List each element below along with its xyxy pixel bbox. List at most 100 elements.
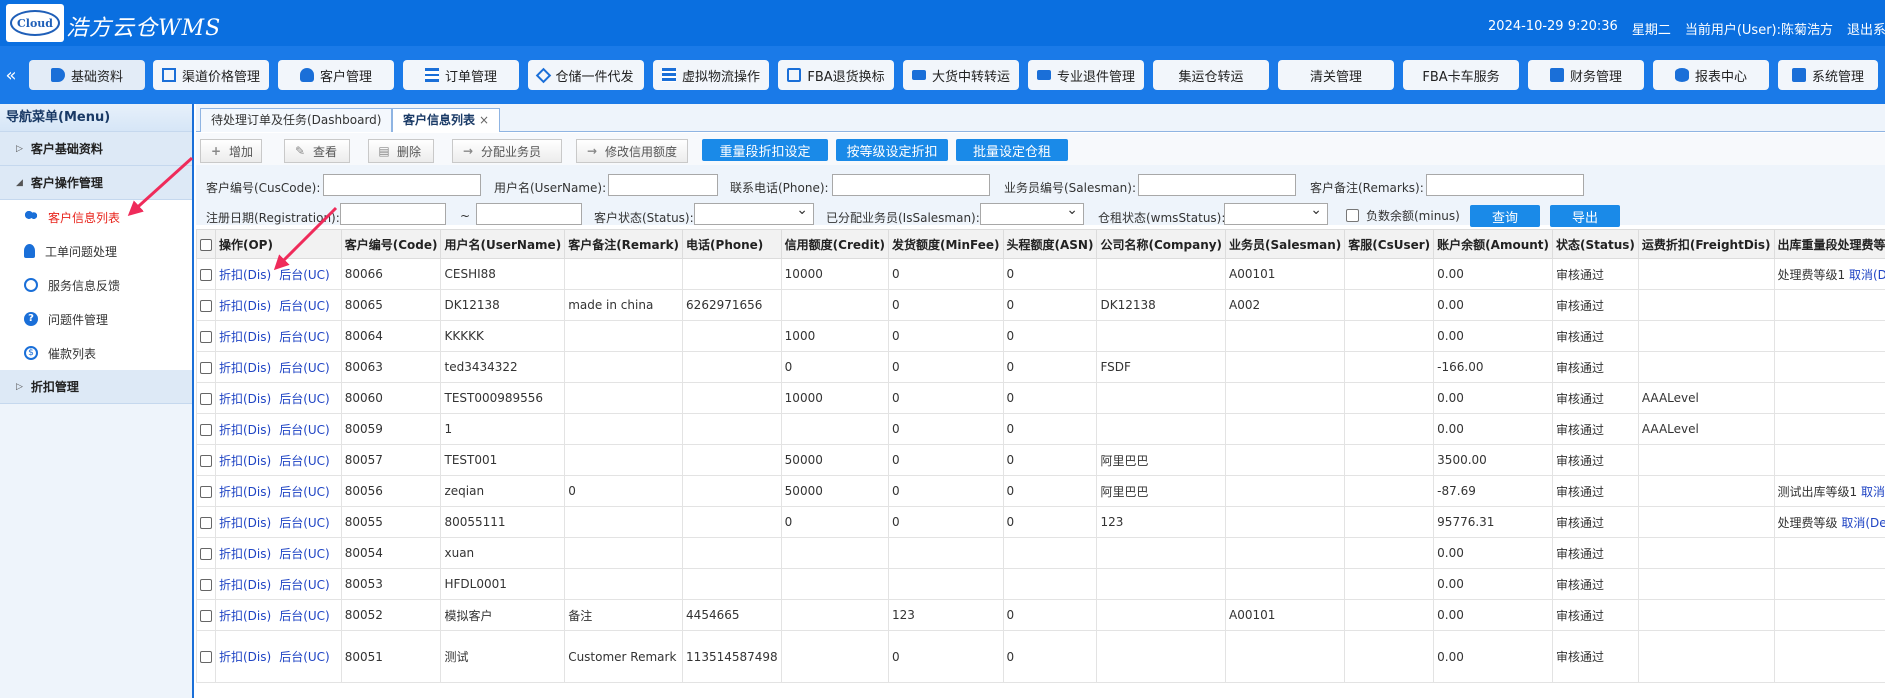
nav-warehouse[interactable]: 仓储一件代发 xyxy=(528,60,644,90)
select-all-checkbox[interactable] xyxy=(200,238,212,251)
sidebar-item-dunning[interactable]: $ 催款列表 xyxy=(0,336,192,370)
add-button[interactable]: + 增加 xyxy=(200,139,262,163)
registration-start-input[interactable] xyxy=(340,203,446,225)
row-checkbox[interactable] xyxy=(200,361,212,374)
table-row[interactable]: 折扣(Dis) 后台(UC) 80063 ted3434322 0 0 0 FSDF -166.… xyxy=(196,351,1885,383)
export-button[interactable]: 导出 xyxy=(1550,205,1620,227)
sidebar-group-discount[interactable]: ▷ 折扣管理 xyxy=(0,370,192,404)
backend-link[interactable]: 后台(UC) xyxy=(279,516,330,530)
sidebar-item-problem[interactable]: ? 问题件管理 xyxy=(0,302,192,336)
backend-link[interactable]: 后台(UC) xyxy=(279,454,330,468)
row-checkbox[interactable] xyxy=(200,547,212,560)
nav-customs[interactable]: 清关管理 xyxy=(1278,60,1394,90)
nav-bulk-transfer[interactable]: 大货中转转运 xyxy=(903,60,1019,90)
row-checkbox[interactable] xyxy=(200,392,212,405)
row-checkbox[interactable] xyxy=(200,578,212,591)
backend-link[interactable]: 后台(UC) xyxy=(279,650,330,664)
nav-virtual-logistics[interactable]: 虚拟物流操作 xyxy=(653,60,769,90)
table-row[interactable]: 折扣(Dis) 后台(UC) 80054 xuan 0.00 审核通过 xyxy=(196,537,1885,569)
is-salesman-select[interactable] xyxy=(980,202,1084,225)
row-checkbox[interactable] xyxy=(200,268,212,281)
table-row[interactable]: 折扣(Dis) 后台(UC) 80053 HFDL0001 0.00 审核通过 xyxy=(196,568,1885,600)
table-row[interactable]: 折扣(Dis) 后台(UC) 80066 CESHI88 10000 0 0 A00101 0.… xyxy=(196,258,1885,290)
discount-link[interactable]: 折扣(Dis) xyxy=(219,578,271,592)
header-asn[interactable]: 头程额度(ASN) xyxy=(1002,229,1098,259)
discount-link[interactable]: 折扣(Dis) xyxy=(219,485,271,499)
table-row[interactable]: 折扣(Dis) 后台(UC) 80057 TEST001 50000 0 0 阿里巴巴 3500… xyxy=(196,444,1885,476)
cancel-link[interactable]: 取消(Del) xyxy=(1861,485,1885,499)
cancel-link[interactable]: 取消(Del) xyxy=(1841,516,1885,530)
table-row[interactable]: 折扣(Dis) 后台(UC) 80056 zeqian 0 50000 0 0 阿里巴巴 -87.… xyxy=(196,475,1885,507)
row-checkbox[interactable] xyxy=(200,609,212,622)
nav-reports[interactable]: 报表中心 xyxy=(1653,60,1769,90)
view-button[interactable]: ✎ 查看 xyxy=(284,139,350,163)
backend-link[interactable]: 后台(UC) xyxy=(279,268,330,282)
discount-link[interactable]: 折扣(Dis) xyxy=(219,361,271,375)
nav-fba-return[interactable]: FBA退货换标 xyxy=(778,60,894,90)
minus-checkbox[interactable] xyxy=(1346,209,1359,222)
status-select[interactable] xyxy=(694,202,814,225)
collapse-icon[interactable]: « xyxy=(0,60,22,90)
sidebar-item-feedback[interactable]: 服务信息反馈 xyxy=(0,268,192,302)
header-csuser[interactable]: 客服(CsUser) xyxy=(1344,229,1435,259)
delete-button[interactable]: ▤ 删除 xyxy=(368,139,434,163)
backend-link[interactable]: 后台(UC) xyxy=(279,485,330,499)
table-row[interactable]: 折扣(Dis) 后台(UC) 80051 测试 Customer Remark 11351… xyxy=(196,630,1885,683)
discount-link[interactable]: 折扣(Dis) xyxy=(219,650,271,664)
backend-link[interactable]: 后台(UC) xyxy=(279,578,330,592)
level-discount-button[interactable]: 按等级设定折扣 xyxy=(836,139,948,161)
close-icon[interactable]: × xyxy=(479,113,489,127)
cuscode-input[interactable] xyxy=(323,174,481,196)
tab-dashboard[interactable]: 待处理订单及任务(Dashboard) xyxy=(200,108,393,132)
sidebar-group-customer-basic[interactable]: ▷ 客户基础资料 xyxy=(0,132,192,166)
modify-credit-button[interactable]: → 修改信用额度 xyxy=(576,139,688,163)
header-amount[interactable]: 账户余额(Amount) xyxy=(1433,229,1553,259)
discount-link[interactable]: 折扣(Dis) xyxy=(219,454,271,468)
nav-orders[interactable]: 订单管理 xyxy=(403,60,519,90)
row-checkbox[interactable] xyxy=(200,516,212,529)
backend-link[interactable]: 后台(UC) xyxy=(279,547,330,561)
header-code[interactable]: 客户编号(Code) xyxy=(340,229,442,259)
batch-rent-button[interactable]: 批量设定仓租 xyxy=(956,139,1068,161)
row-checkbox[interactable] xyxy=(200,330,212,343)
header-outproc[interactable]: 出库重量段处理费等级(OutProc xyxy=(1773,229,1885,259)
header-freight[interactable]: 运费折扣(FreightDis) xyxy=(1637,229,1775,259)
nav-finance[interactable]: 财务管理 xyxy=(1528,60,1644,90)
header-status[interactable]: 状态(Status) xyxy=(1552,229,1639,259)
header-credit[interactable]: 信用额度(Credit) xyxy=(780,229,889,259)
assign-salesman-button[interactable]: → 分配业务员 xyxy=(452,139,562,163)
header-remark[interactable]: 客户备注(Remark) xyxy=(564,229,684,259)
discount-link[interactable]: 折扣(Dis) xyxy=(219,330,271,344)
remarks-input[interactable] xyxy=(1426,174,1584,196)
sidebar-group-customer-ops[interactable]: ◢ 客户操作管理 xyxy=(0,166,192,200)
backend-link[interactable]: 后台(UC) xyxy=(279,361,330,375)
discount-link[interactable]: 折扣(Dis) xyxy=(219,299,271,313)
backend-link[interactable]: 后台(UC) xyxy=(279,609,330,623)
sidebar-item-customer-list[interactable]: 客户信息列表 xyxy=(0,200,192,234)
backend-link[interactable]: 后台(UC) xyxy=(279,330,330,344)
nav-basic-data[interactable]: 基础资料 xyxy=(29,60,145,90)
nav-customer[interactable]: 客户管理 xyxy=(278,60,394,90)
discount-link[interactable]: 折扣(Dis) xyxy=(219,516,271,530)
discount-link[interactable]: 折扣(Dis) xyxy=(219,609,271,623)
header-username[interactable]: 用户名(UserName) xyxy=(440,229,566,259)
discount-link[interactable]: 折扣(Dis) xyxy=(219,547,271,561)
row-checkbox[interactable] xyxy=(200,423,212,436)
registration-end-input[interactable] xyxy=(476,203,582,225)
phone-input[interactable] xyxy=(832,174,990,196)
nav-fba-truck[interactable]: FBA卡车服务 xyxy=(1403,60,1519,90)
nav-returns[interactable]: 专业退件管理 xyxy=(1028,60,1144,90)
backend-link[interactable]: 后台(UC) xyxy=(279,299,330,313)
nav-system[interactable]: 系统管理 xyxy=(1778,60,1878,90)
nav-channel-price[interactable]: 渠道价格管理 xyxy=(153,60,269,90)
salesman-input[interactable] xyxy=(1138,174,1296,196)
logout-link[interactable]: 退出系统 xyxy=(1847,19,1885,38)
discount-link[interactable]: 折扣(Dis) xyxy=(219,392,271,406)
header-salesman[interactable]: 业务员(Salesman) xyxy=(1225,229,1346,259)
nav-consolidation[interactable]: 集运仓转运 xyxy=(1153,60,1269,90)
header-phone[interactable]: 电话(Phone) xyxy=(682,229,782,259)
table-row[interactable]: 折扣(Dis) 后台(UC) 80059 1 0 0 0.00 审核通过 AAALevel xyxy=(196,413,1885,445)
table-row[interactable]: 折扣(Dis) 后台(UC) 80052 模拟客户 备注 4454665 123 0 A0010… xyxy=(196,599,1885,631)
wms-status-select[interactable] xyxy=(1224,202,1328,225)
row-checkbox[interactable] xyxy=(200,485,212,498)
